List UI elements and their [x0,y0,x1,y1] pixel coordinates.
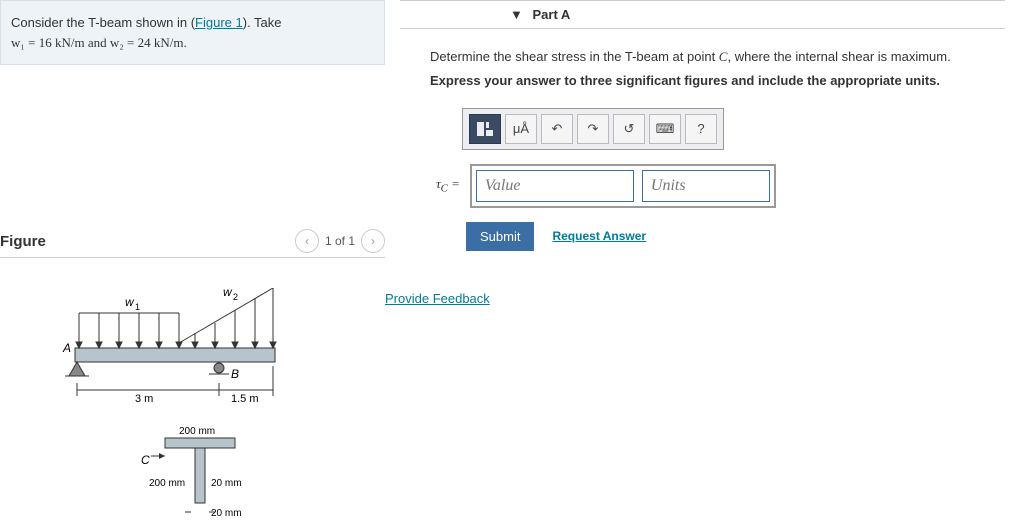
svg-text:200 mm: 200 mm [149,478,185,489]
figure-pager: ‹ 1 of 1 › [295,229,385,253]
svg-text:3 m: 3 m [135,393,153,405]
help-button[interactable]: ? [685,114,717,144]
figure-link[interactable]: Figure 1 [195,15,243,30]
feedback-section: Provide Feedback [385,291,1005,306]
tau-label: τC = [436,176,460,195]
keyboard-button[interactable]: ⌨ [649,114,681,144]
problem-statement: Consider the T-beam shown in (Figure 1).… [0,0,385,65]
svg-text:C: C [141,453,150,467]
part-header[interactable]: ▼ Part A [400,0,1005,29]
svg-text:w: w [125,295,135,309]
templates-button[interactable] [469,114,501,144]
answer-row: τC = [436,164,1005,208]
undo-button[interactable]: ↶ [541,114,573,144]
svg-text:A: A [62,341,71,355]
prompt-text-2: ). Take [243,15,282,30]
instruction-1: Determine the shear stress in the T-beam… [430,47,1005,68]
units-button[interactable]: μÅ [505,114,537,144]
part-title: Part A [533,7,571,22]
provide-feedback-link[interactable]: Provide Feedback [385,291,490,306]
value-input[interactable] [476,170,634,202]
figure-diagram: w1 w2 A B 3 m 1.5 m 200 mm C 200 mm 20 m… [55,288,385,521]
prev-figure-button[interactable]: ‹ [295,229,319,253]
reset-button[interactable]: ↺ [613,114,645,144]
prompt-text-1: Consider the T-beam shown in ( [11,15,195,30]
svg-text:w: w [223,288,233,299]
figure-title: Figure [0,233,46,250]
figure-header: Figure ‹ 1 of 1 › [0,225,385,258]
next-figure-button[interactable]: › [361,229,385,253]
collapse-icon: ▼ [510,7,523,22]
svg-text:200 mm: 200 mm [179,426,215,437]
svg-text:2: 2 [233,292,238,302]
request-answer-link[interactable]: Request Answer [552,229,646,243]
figure-counter: 1 of 1 [325,234,355,248]
answer-toolbar: μÅ ↶ ↷ ↺ ⌨ ? [462,108,724,150]
redo-button[interactable]: ↷ [577,114,609,144]
svg-text:1: 1 [135,302,140,312]
answer-inputs [470,164,776,208]
submit-button[interactable]: Submit [466,222,534,251]
svg-text:B: B [231,367,239,381]
instruction-2: Express your answer to three significant… [430,71,1005,92]
svg-text:20 mm: 20 mm [211,478,242,489]
prompt-equation: w₁ = 16 kN/m and w₂ = 24 kN/m. [11,35,187,50]
units-input[interactable] [642,170,770,202]
svg-text:1.5 m: 1.5 m [231,393,259,405]
